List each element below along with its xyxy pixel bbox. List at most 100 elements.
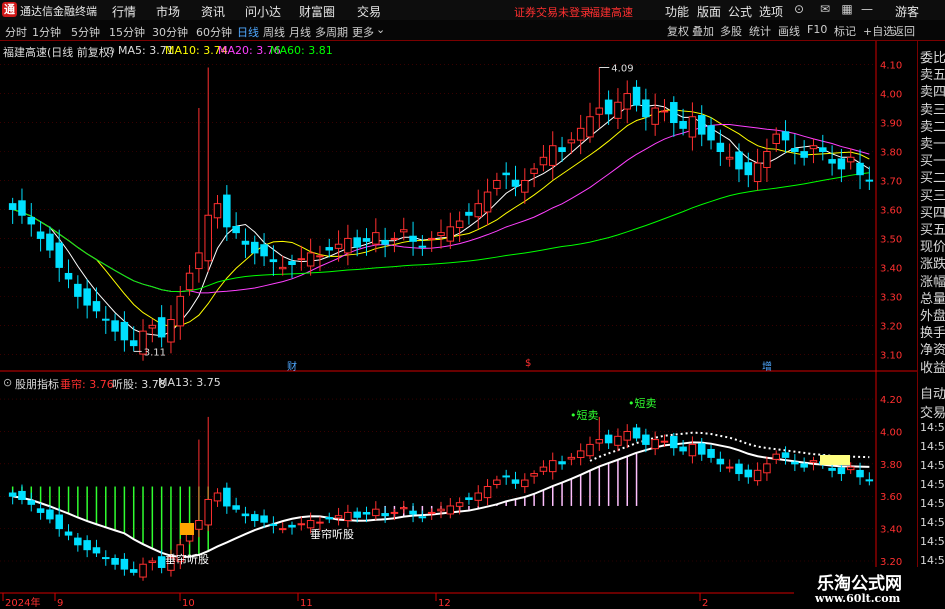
indicator-settings-icon[interactable]: ⊙	[3, 376, 12, 389]
candle-body	[241, 240, 250, 245]
indicator-candle-body	[344, 511, 352, 522]
candle-body	[167, 319, 175, 343]
back-button[interactable]: 返回	[893, 23, 915, 39]
chevron-down-icon[interactable]: ⌄	[376, 23, 385, 36]
candle-body	[148, 324, 157, 329]
candle-body	[521, 179, 529, 193]
indicator-candle-body	[865, 479, 874, 482]
candle-body	[493, 179, 501, 189]
indicator-candle-body	[260, 515, 268, 523]
menu-function[interactable]: 功能	[665, 3, 689, 20]
menu-formula[interactable]: 公式	[728, 3, 752, 20]
side-label-16: 换手	[920, 326, 945, 342]
adjust-button[interactable]: 复权	[667, 23, 689, 39]
main-y-tick: 4.00	[880, 90, 902, 101]
side-trade-label-1: 交易	[920, 406, 945, 421]
period-tab-timeshare[interactable]: 分时	[5, 24, 27, 40]
stats-button[interactable]: 统计	[749, 23, 771, 39]
app-logo-icon: 通	[2, 2, 17, 17]
skin-icon[interactable]: ▦	[840, 2, 854, 16]
side-label-2: 卖四	[920, 85, 945, 101]
event-mark-finance[interactable]: 财	[287, 358, 297, 373]
help-icon[interactable]: ⊙	[792, 2, 806, 16]
settings-icon[interactable]: ⊙	[106, 44, 115, 57]
candle-body	[325, 247, 334, 251]
candle-body	[856, 162, 864, 176]
mark-button[interactable]: 标记	[834, 23, 856, 39]
candle-body	[92, 301, 101, 312]
period-tab-60min[interactable]: 60分钟	[196, 24, 232, 40]
overlay-button[interactable]: 叠加	[692, 23, 714, 39]
indicator-candle-body	[102, 557, 110, 560]
event-mark-increase[interactable]: 增	[762, 358, 772, 373]
period-tab-15min[interactable]: 15分钟	[109, 24, 145, 40]
f10-button[interactable]: F10	[807, 23, 827, 36]
guest-label[interactable]: 游客	[895, 3, 919, 20]
period-tab-5min[interactable]: 5分钟	[71, 24, 100, 40]
candle-body	[204, 214, 212, 262]
indicator-candle-body	[846, 466, 855, 471]
indicator-candle-body	[725, 466, 734, 469]
candle-body	[744, 162, 753, 176]
event-mark-dividend[interactable]: $	[525, 358, 531, 369]
period-tab-30min[interactable]: 30分钟	[152, 24, 188, 40]
menu-options[interactable]: 选项	[759, 3, 783, 20]
indicator-candle-body	[325, 517, 334, 520]
menu-news[interactable]: 资讯	[201, 3, 225, 20]
main-y-tick: 3.50	[880, 234, 902, 245]
side-trade-label-2: 14:56	[920, 421, 945, 434]
indicator-candle-body	[36, 508, 45, 513]
indicator-candle-body	[548, 460, 557, 473]
period-tab-daily[interactable]: 日线	[237, 24, 259, 40]
period-tab-1min[interactable]: 1分钟	[32, 24, 61, 40]
candle-body	[278, 266, 287, 270]
kline-chart[interactable]: 4.10 4.00 3.90 3.80 3.70 3.60 3.50 3.40 3.30 3.20…	[0, 41, 917, 609]
candle-body	[697, 115, 706, 135]
period-tab-more[interactable]: 更多	[352, 24, 374, 40]
ma60-legend: MA60: 3.81	[270, 44, 333, 57]
minimize-icon[interactable]: —	[860, 2, 874, 16]
indicator-candle-body	[558, 461, 566, 465]
trade-login-status[interactable]: 证券交易未登录	[514, 4, 591, 20]
indicator-candle-body	[362, 512, 371, 515]
menu-wealth[interactable]: 财富圈	[299, 3, 335, 20]
side-label-3: 卖三	[920, 102, 945, 118]
candle-body	[83, 288, 91, 306]
candle-body	[306, 252, 315, 267]
period-tab-multi[interactable]: 多周期	[315, 24, 348, 40]
indicator-candle-body	[707, 448, 715, 458]
candle-body	[688, 116, 697, 138]
multi-stock-button[interactable]: 多股	[720, 23, 742, 39]
indicator-candle-body	[55, 514, 63, 530]
indicator-candle-body	[651, 439, 659, 450]
candle-body	[660, 110, 669, 113]
side-trade-label-7: 14:56	[920, 516, 945, 529]
candle-body	[316, 255, 324, 258]
side-label-8: 买三	[920, 188, 945, 204]
menu-trade[interactable]: 交易	[357, 3, 381, 20]
period-toolbar: 分时 1分钟 5分钟 15分钟 30分钟 60分钟 日线 周线 月线 多周期 更…	[0, 20, 945, 41]
indicator-candle-body	[437, 508, 445, 512]
candle-body	[213, 203, 222, 219]
side-label-18: 收益	[920, 360, 945, 376]
menu-ask[interactable]: 问小达	[245, 3, 281, 20]
candle-body	[129, 340, 138, 347]
menu-layout[interactable]: 版面	[697, 3, 721, 20]
draw-line-button[interactable]: 画线	[778, 23, 800, 39]
indicator-candle-body	[204, 498, 212, 526]
add-watchlist-button[interactable]: +自选	[863, 23, 894, 39]
period-tab-weekly[interactable]: 周线	[263, 24, 285, 40]
menu-quotes[interactable]: 行情	[112, 3, 136, 20]
indicator-candle-body	[567, 456, 576, 460]
candle-body	[176, 295, 185, 327]
mail-icon[interactable]: ✉	[818, 2, 832, 16]
side-label-6: 买一	[920, 154, 945, 170]
menu-bar: 通 通达信金融终端 行情 市场 资讯 问小达 财富圈 交易 证券交易未登录 福建…	[0, 0, 945, 21]
menu-market[interactable]: 市场	[156, 3, 180, 20]
side-label-1: 卖五	[920, 68, 945, 84]
indicator-candle-body	[241, 513, 250, 517]
indicator-candle-body	[213, 492, 222, 502]
period-tab-monthly[interactable]: 月线	[289, 24, 311, 40]
indicator-candle-body	[64, 531, 73, 536]
indicator-candle-body	[502, 475, 510, 478]
